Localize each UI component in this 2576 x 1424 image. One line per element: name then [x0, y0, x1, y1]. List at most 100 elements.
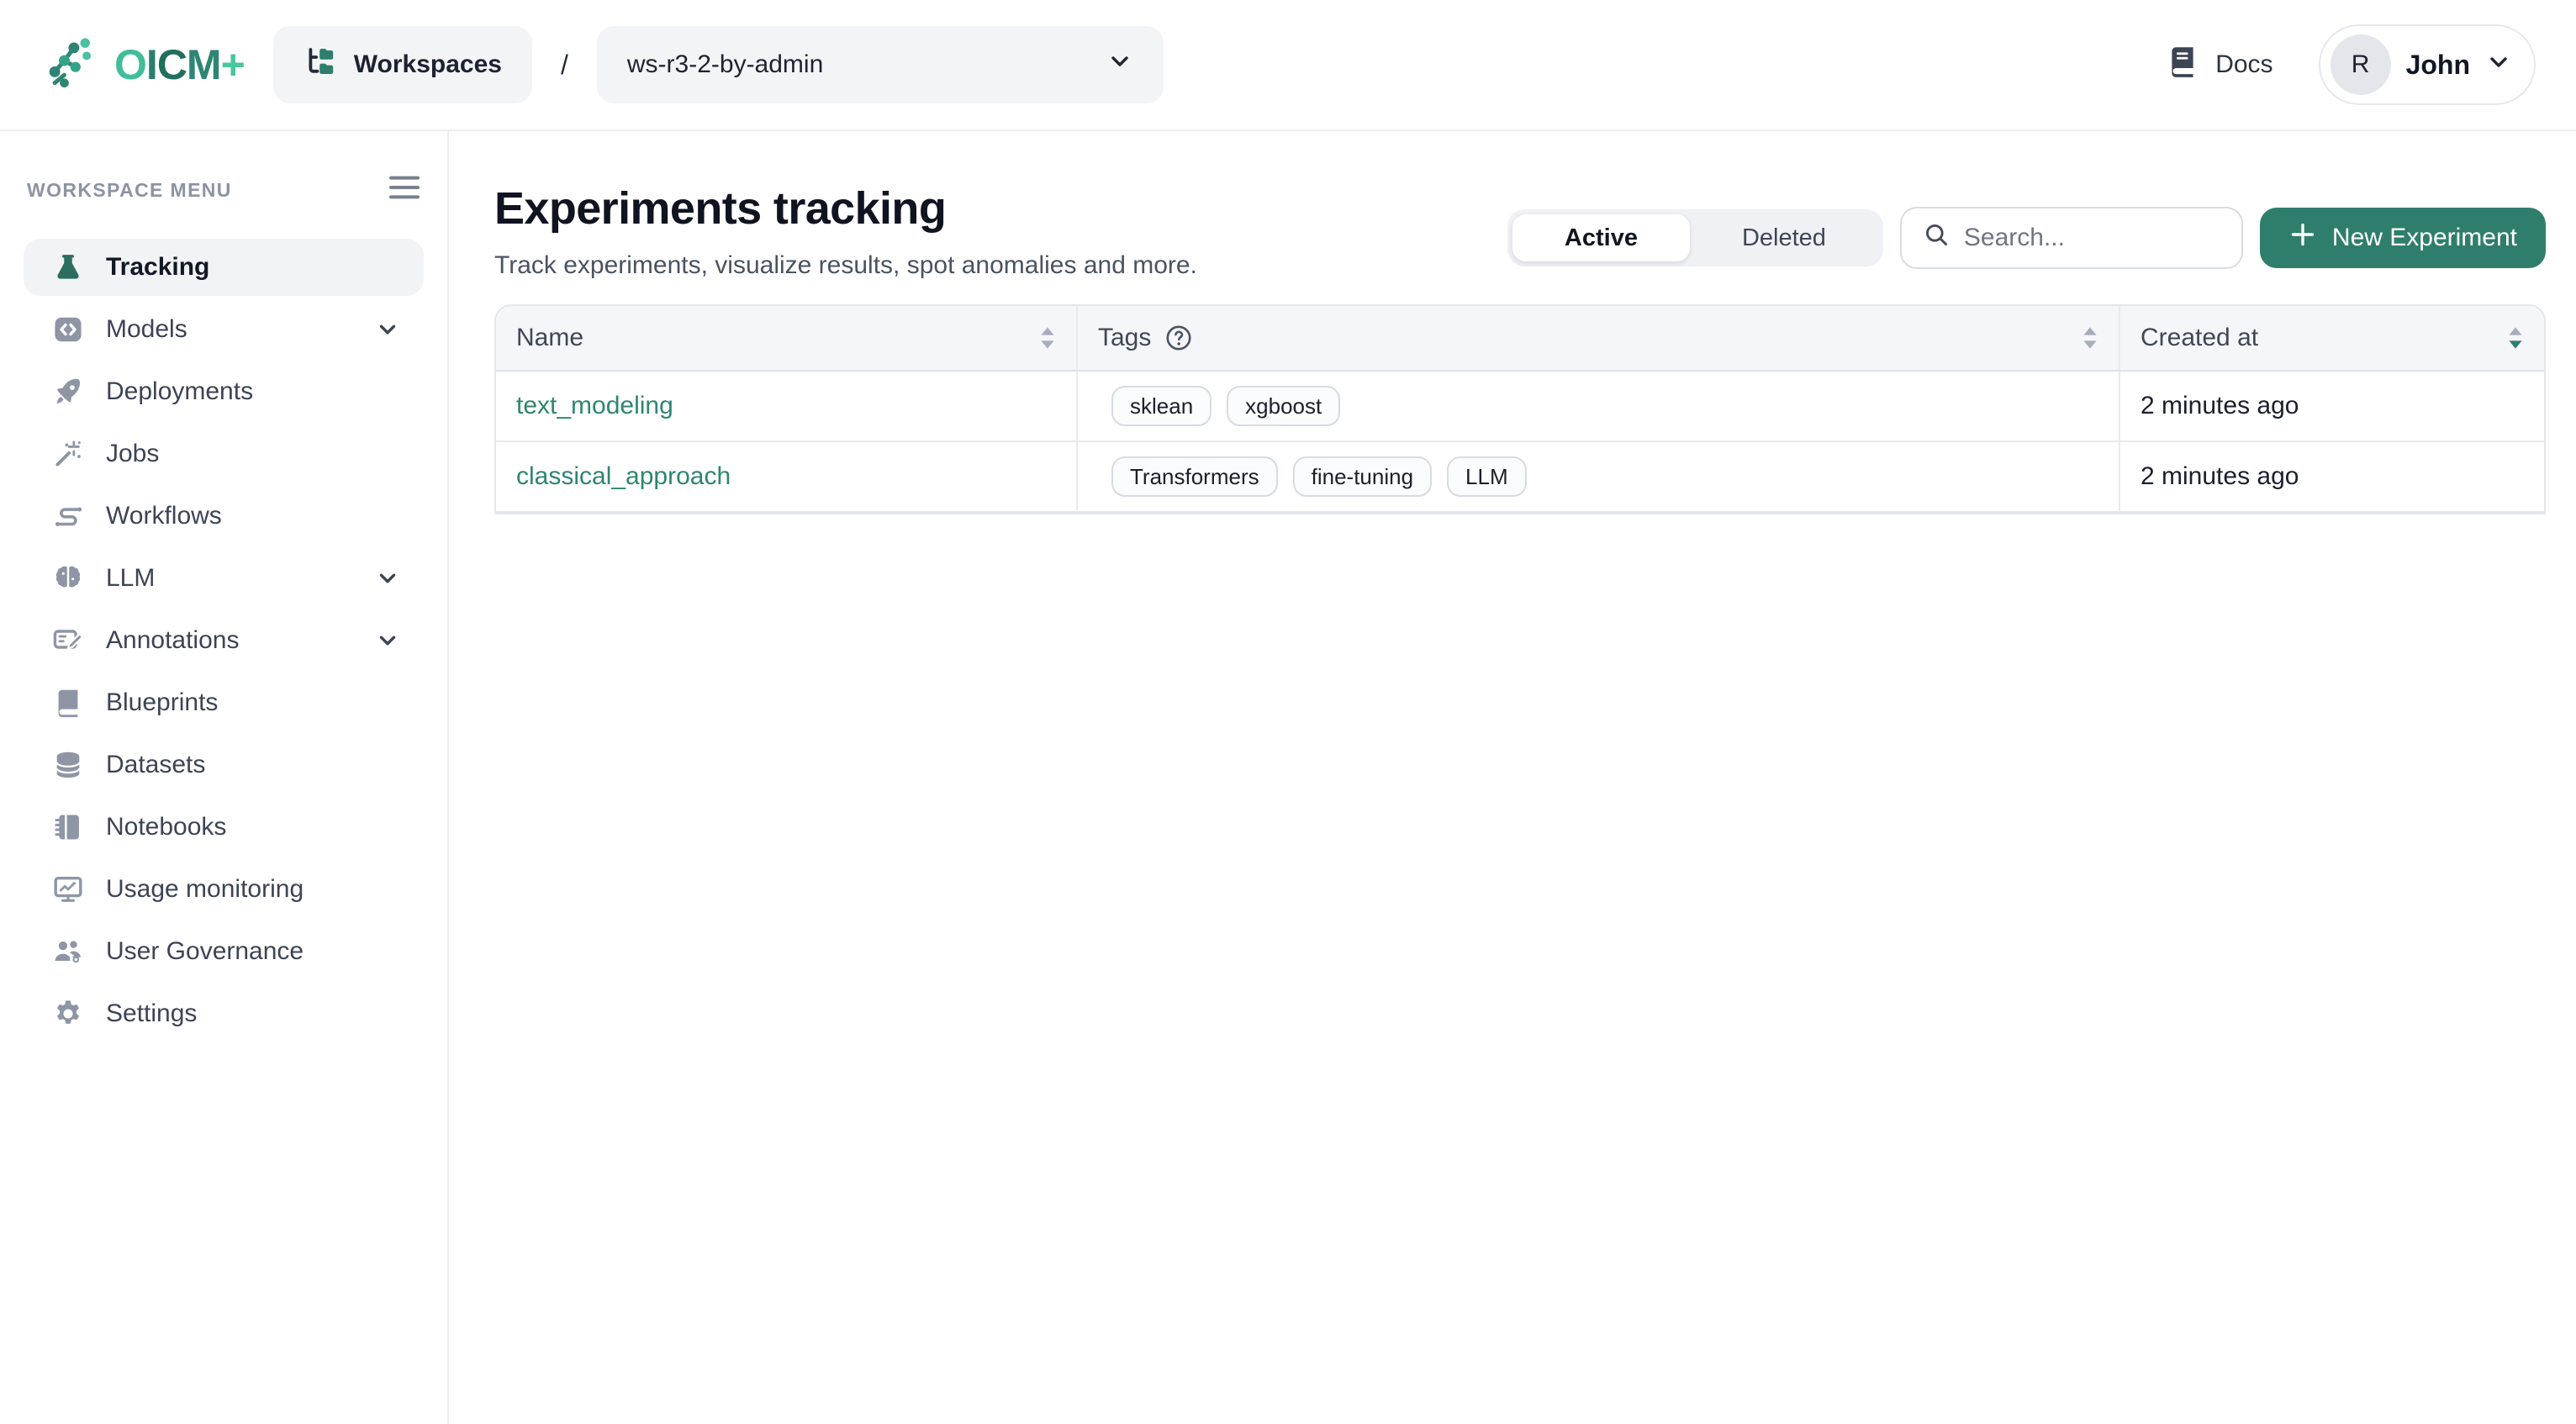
workspace-selector[interactable]: ws-r3-2-by-admin: [597, 26, 1164, 103]
sidebar-item-user-governance[interactable]: User Governance: [24, 923, 424, 980]
sidebar-item-tracking[interactable]: Tracking: [24, 239, 424, 296]
page-title-block: Experiments tracking Track experiments, …: [494, 180, 1197, 282]
table-row[interactable]: classical_approachTransformersfine-tunin…: [496, 442, 2544, 513]
search-input[interactable]: [1964, 224, 2199, 252]
sidebar-item-notebooks[interactable]: Notebooks: [24, 799, 424, 856]
column-label: Tags: [1098, 324, 1151, 352]
new-experiment-label: New Experiment: [2332, 224, 2517, 252]
name-cell: text_modeling: [496, 372, 1078, 440]
chevron-down-icon: [2485, 49, 2512, 82]
created-at-cell: 2 minutes ago: [2120, 372, 2544, 440]
tag-pill: LLM: [1447, 456, 1527, 497]
search-box[interactable]: [1900, 207, 2243, 269]
page-title: Experiments tracking: [494, 180, 1197, 237]
monitor-icon: [52, 873, 84, 905]
workspaces-icon: [304, 45, 337, 85]
sidebar: WORKSPACE MENU Tracking Models Deployments…: [0, 131, 449, 1424]
sidebar-item-datasets[interactable]: Datasets: [24, 736, 424, 794]
page-head: Experiments tracking Track experiments, …: [494, 180, 2546, 282]
sidebar-item-settings[interactable]: Settings: [24, 985, 424, 1042]
sidebar-item-label: Jobs: [106, 440, 400, 468]
sidebar-item-label: Workflows: [106, 502, 400, 530]
sidebar-item-annotations[interactable]: Annotations: [24, 612, 424, 669]
sidebar-item-label: Datasets: [106, 751, 400, 779]
status-filter-toggle: ActiveDeleted: [1507, 209, 1883, 266]
filter-tab-deleted[interactable]: Deleted: [1690, 214, 1878, 261]
created-at-value: 2 minutes ago: [2141, 462, 2299, 491]
sidebar-item-label: Settings: [106, 999, 400, 1028]
sort-icon[interactable]: [2082, 325, 2098, 351]
workspace-name: ws-r3-2-by-admin: [627, 50, 823, 79]
table-row[interactable]: text_modeling sklean xgboost 2 minutes ago: [496, 372, 2544, 442]
sidebar-item-label: Annotations: [106, 626, 375, 655]
tag-pill: sklean: [1111, 386, 1211, 426]
tags-cell: Transformersfine-tuningLLM: [1078, 442, 2120, 511]
sidebar-header: WORKSPACE MENU: [24, 175, 424, 205]
rocket-icon: [52, 376, 84, 408]
sidebar-item-label: Usage monitoring: [106, 875, 400, 904]
docs-link[interactable]: Docs: [2165, 44, 2272, 86]
plus-icon: [2288, 220, 2317, 256]
top-header: OICM+ Workspaces / ws-r3-2-by-admin: [0, 0, 2576, 131]
docs-icon: [2165, 44, 2200, 86]
experiment-link[interactable]: classical_approach: [516, 462, 731, 491]
created-at-value: 2 minutes ago: [2141, 392, 2299, 420]
sidebar-item-blueprints[interactable]: Blueprints: [24, 674, 424, 731]
flask-icon: [52, 251, 84, 283]
sort-icon[interactable]: [1039, 325, 1056, 351]
code-icon: [52, 314, 84, 345]
column-label: Created at: [2141, 324, 2258, 352]
brain-icon: [52, 562, 84, 594]
user-menu[interactable]: R John: [2319, 24, 2536, 105]
sidebar-item-llm[interactable]: LLM: [24, 550, 424, 607]
sidebar-item-label: Deployments: [106, 377, 400, 406]
hamburger-menu-icon: [388, 175, 420, 206]
notebook-icon: [52, 811, 84, 843]
name-cell: classical_approach: [496, 442, 1078, 511]
chevron-down-icon: [375, 317, 400, 342]
sidebar-item-label: Models: [106, 315, 375, 344]
docs-label: Docs: [2215, 50, 2272, 79]
breadcrumb-separator: /: [561, 50, 568, 81]
sidebar-nav: Tracking Models Deployments Jobs Workflows LL…: [24, 239, 424, 1042]
sidebar-item-models[interactable]: Models: [24, 301, 424, 358]
column-header-name[interactable]: Name: [496, 306, 1078, 370]
avatar: R: [2331, 34, 2391, 95]
sidebar-item-deployments[interactable]: Deployments: [24, 363, 424, 420]
column-header-created-at[interactable]: Created at: [2120, 306, 2544, 370]
new-experiment-button[interactable]: New Experiment: [2260, 208, 2546, 268]
wand-icon: [52, 438, 84, 470]
workspace-menu-label: WORKSPACE MENU: [27, 179, 232, 202]
logo-icon: [40, 30, 104, 100]
experiment-link[interactable]: text_modeling: [516, 392, 673, 420]
page-subtitle: Track experiments, visualize results, sp…: [494, 249, 1197, 282]
sidebar-item-usage-monitoring[interactable]: Usage monitoring: [24, 861, 424, 918]
sidebar-item-label: Notebooks: [106, 813, 400, 841]
column-header-tags[interactable]: Tags: [1078, 306, 2120, 370]
workspaces-button[interactable]: Workspaces: [273, 26, 532, 103]
app-logo[interactable]: OICM+: [40, 30, 245, 100]
search-icon: [1922, 220, 1950, 256]
experiments-table: Name Tags Created at text_modeling sklean xg…: [494, 304, 2546, 514]
help-icon[interactable]: [1164, 324, 1193, 352]
created-at-cell: 2 minutes ago: [2120, 442, 2544, 511]
sidebar-item-label: LLM: [106, 564, 375, 593]
table-body: text_modelingskleanxgboost2 minutes agoc…: [496, 372, 2544, 513]
sidebar-collapse-button[interactable]: [388, 175, 420, 206]
chevron-down-icon: [375, 566, 400, 591]
tag-pill: xgboost: [1227, 386, 1340, 426]
sidebar-item-jobs[interactable]: Jobs: [24, 425, 424, 483]
table-header-row: Name Tags Created at: [496, 306, 2544, 372]
user-name: John: [2406, 50, 2470, 81]
sort-icon[interactable]: [2507, 325, 2524, 351]
filter-tab-active[interactable]: Active: [1512, 214, 1690, 261]
tag-pill: fine-tuning: [1293, 456, 1432, 497]
sidebar-item-workflows[interactable]: Workflows: [24, 488, 424, 545]
column-label: Name: [516, 324, 583, 352]
sidebar-item-label: User Governance: [106, 937, 400, 966]
list-controls: ActiveDeleted New Experiment: [1507, 193, 2546, 282]
logo-wordmark: OICM+: [114, 40, 245, 89]
sidebar-item-label: Tracking: [106, 253, 400, 282]
chevron-down-icon: [1106, 48, 1133, 82]
gear-icon: [52, 998, 84, 1030]
